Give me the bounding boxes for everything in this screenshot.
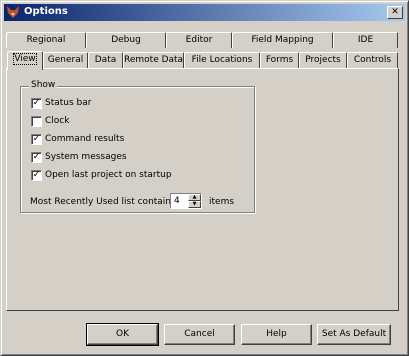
tab-controls[interactable]: Controls <box>347 52 398 68</box>
checkmark-icon: ✓ <box>32 170 41 180</box>
tab-data[interactable]: Data <box>88 52 123 68</box>
close-button[interactable]: ✕ <box>387 6 403 19</box>
triangle-up-icon: ▲ <box>192 194 197 200</box>
tab-forms[interactable]: Forms <box>260 52 299 68</box>
status-bar-checkbox[interactable]: ✓ <box>31 98 42 109</box>
close-icon: ✕ <box>391 7 399 17</box>
show-group: Show ✓ Status bar Clock ✓ Command result… <box>20 80 255 213</box>
mru-label: Most Recently Used list contains <box>30 197 176 207</box>
tab-remote-data[interactable]: Remote Data <box>123 52 184 68</box>
checkmark-icon: ✓ <box>32 152 41 162</box>
set-as-default-button[interactable]: Set As Default <box>317 324 391 345</box>
tab-ide[interactable]: IDE <box>333 32 398 48</box>
tab-field-mapping[interactable]: Field Mapping <box>232 32 333 48</box>
triangle-down-icon: ▼ <box>192 201 197 207</box>
tab-regional[interactable]: Regional <box>6 32 86 48</box>
command-results-label: Command results <box>45 134 125 144</box>
options-dialog: Options ✕ Regional Debug Editor Field Ma… <box>0 0 409 356</box>
fox-icon <box>7 6 19 18</box>
tab-general[interactable]: General <box>43 52 88 68</box>
view-tab-panel: Show ✓ Status bar Clock ✓ Command result… <box>6 68 399 311</box>
tab-debug[interactable]: Debug <box>86 32 166 48</box>
command-results-checkbox[interactable]: ✓ <box>31 134 42 145</box>
mru-value[interactable]: 4 <box>174 196 180 206</box>
spin-up-button[interactable]: ▲ <box>188 194 201 201</box>
system-messages-label: System messages <box>45 152 127 162</box>
tab-view[interactable]: View <box>7 51 43 70</box>
tab-projects[interactable]: Projects <box>299 52 347 68</box>
open-last-project-checkbox[interactable]: ✓ <box>31 170 42 181</box>
mru-spinner[interactable]: 4 ▲ ▼ <box>170 193 202 209</box>
checkmark-icon: ✓ <box>32 98 41 108</box>
clock-label: Clock <box>45 116 70 126</box>
show-group-label: Show <box>29 80 58 90</box>
status-bar-label: Status bar <box>45 98 92 108</box>
checkmark-icon: ✓ <box>32 134 41 144</box>
system-messages-checkbox[interactable]: ✓ <box>31 152 42 163</box>
clock-checkbox[interactable] <box>31 116 42 127</box>
tab-file-locations[interactable]: File Locations <box>184 52 260 68</box>
spin-down-button[interactable]: ▼ <box>188 201 201 208</box>
window-title: Options <box>24 6 68 17</box>
help-button[interactable]: Help <box>241 324 312 345</box>
title-bar[interactable]: Options ✕ <box>4 4 405 21</box>
mru-items-label: items <box>209 197 235 207</box>
cancel-button[interactable]: Cancel <box>164 324 235 345</box>
open-last-project-label: Open last project on startup <box>45 170 172 180</box>
mru-spin-buttons: ▲ ▼ <box>188 194 201 208</box>
ok-button[interactable]: OK <box>86 323 159 346</box>
tab-editor[interactable]: Editor <box>166 32 232 48</box>
